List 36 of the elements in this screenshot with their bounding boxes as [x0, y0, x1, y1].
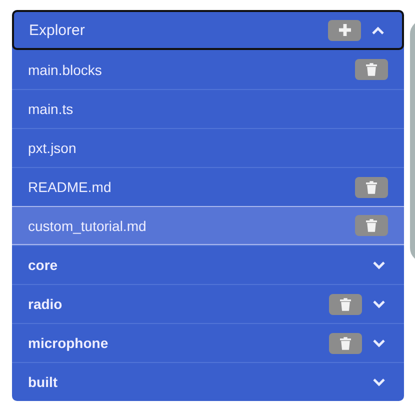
explorer-header[interactable]: Explorer: [12, 10, 404, 50]
delete-button[interactable]: [329, 294, 362, 314]
explorer-title: Explorer: [29, 22, 86, 38]
package-name: radio: [28, 296, 64, 312]
package-name: microphone: [28, 335, 110, 351]
package-item[interactable]: radio: [12, 284, 404, 323]
delete-button[interactable]: [355, 59, 388, 80]
package-item[interactable]: core: [12, 245, 404, 284]
delete-button[interactable]: [355, 215, 388, 236]
plus-icon: [338, 24, 350, 36]
expand-chevron-icon[interactable]: [372, 378, 386, 386]
trash-icon: [340, 298, 351, 310]
trash-icon: [366, 180, 377, 194]
file-item[interactable]: custom_tutorial.md: [12, 206, 404, 245]
expand-chevron-icon[interactable]: [372, 338, 386, 348]
delete-button[interactable]: [355, 176, 388, 198]
expand-chevron-icon[interactable]: [372, 300, 386, 308]
package-name: built: [28, 374, 59, 390]
package-item[interactable]: built: [12, 362, 404, 401]
trash-icon: [366, 63, 377, 76]
file-name: main.ts: [28, 101, 74, 117]
file-item[interactable]: main.ts: [12, 89, 404, 128]
file-name: main.blocks: [28, 62, 103, 78]
file-name: README.md: [28, 179, 112, 195]
file-item[interactable]: main.blocks: [12, 50, 404, 89]
package-item[interactable]: microphone: [12, 323, 404, 362]
package-name: core: [28, 257, 59, 273]
trash-icon: [340, 336, 351, 350]
collapse-chevron-icon[interactable]: [371, 26, 385, 34]
add-button[interactable]: [328, 20, 361, 40]
trash-icon: [366, 219, 377, 232]
file-item[interactable]: pxt.json: [12, 128, 404, 167]
delete-button[interactable]: [329, 332, 362, 354]
file-name: custom_tutorial.md: [28, 218, 148, 234]
expand-chevron-icon[interactable]: [372, 260, 386, 270]
file-name: pxt.json: [28, 140, 78, 156]
